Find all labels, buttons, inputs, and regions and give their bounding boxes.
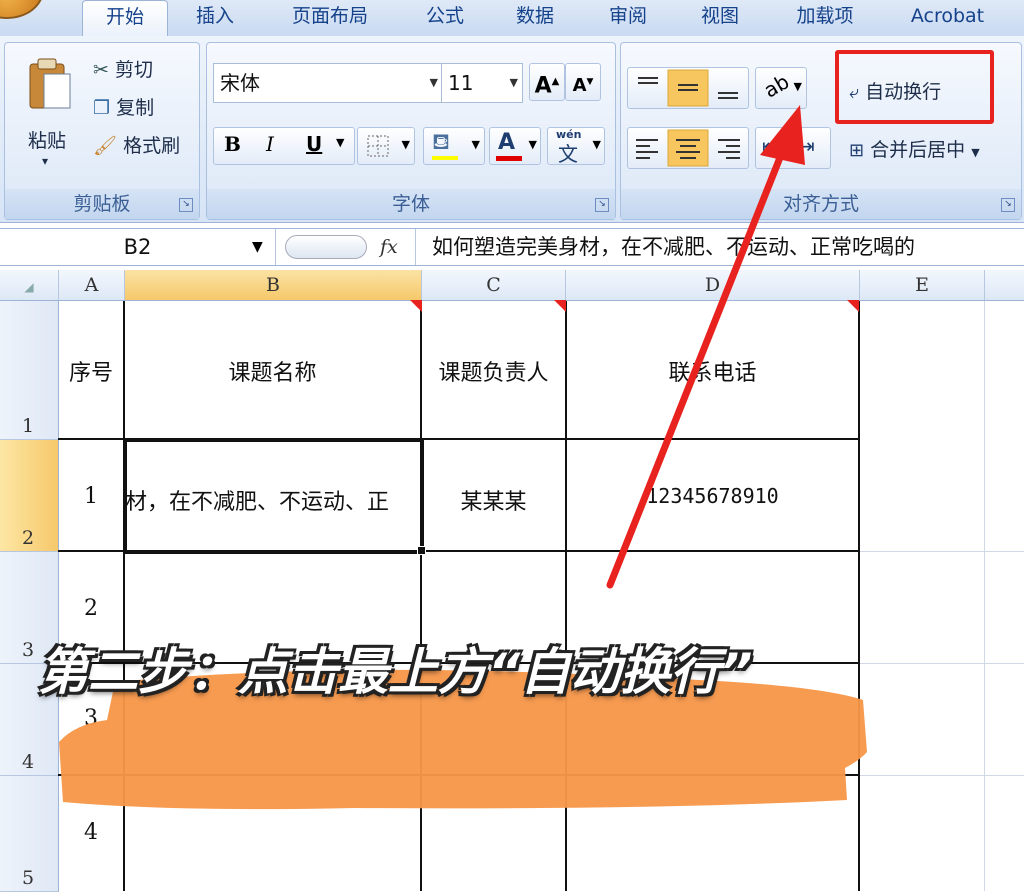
step-caption: 第二步：点击最上方“自动换行” xyxy=(38,643,753,701)
red-arrow xyxy=(606,105,805,589)
